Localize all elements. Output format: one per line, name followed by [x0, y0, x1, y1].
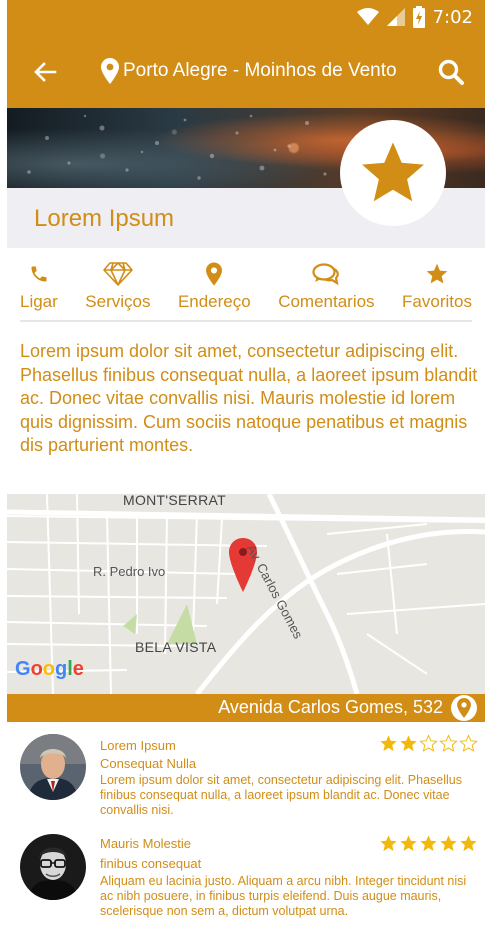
action-label: Endereço [177, 292, 251, 311]
status-bar: 7:02 [7, 0, 485, 36]
action-favorites[interactable]: Favoritos [402, 260, 472, 320]
review-item[interactable]: Lorem Ipsum Consequat Nulla Lorem ipsum … [7, 722, 485, 822]
address-text: Avenida Carlos Gomes, 532 [218, 697, 443, 717]
back-arrow-icon[interactable] [31, 58, 59, 86]
search-icon[interactable] [437, 58, 465, 86]
map-label: R. Pedro Ivo [93, 564, 166, 579]
review-rating [379, 834, 478, 853]
star-filled-icon [380, 835, 397, 851]
action-label: Favoritos [402, 292, 472, 311]
star-filled-icon [460, 835, 477, 851]
phone-icon [31, 266, 47, 282]
map-label: BELA VISTA [135, 639, 217, 655]
review-item[interactable]: Mauris Molestie finibus consequat Aliqua… [7, 822, 485, 931]
star-icon [426, 263, 448, 284]
app-screen: 7:02 Porto Alegre - Moinhos de Vento Lor… [7, 0, 485, 931]
review-text: Aliquam eu lacinia justo. Aliquam a arcu… [100, 874, 467, 918]
address-bar[interactable]: Avenida Carlos Gomes, 532 [7, 694, 485, 722]
star-filled-icon [440, 835, 457, 851]
signal-icon [386, 8, 405, 26]
review-author: Lorem Ipsum [100, 738, 176, 753]
battery-charging-icon [412, 6, 425, 28]
review-author: Mauris Molestie [100, 836, 192, 851]
reviewer-avatar [20, 834, 86, 900]
star-empty-icon [419, 734, 438, 752]
status-time: 7:02 [432, 6, 473, 28]
star-filled-icon [420, 835, 437, 851]
location-map[interactable]: MONT'SERRAT R. Pedro Ivo BELA VISTA Av. … [7, 494, 485, 694]
favorite-badge[interactable] [340, 120, 446, 226]
place-name: Lorem Ipsum [34, 205, 175, 232]
star-empty-icon [439, 734, 458, 752]
map-marker-icon [457, 698, 471, 718]
action-label: Comentarios [278, 292, 375, 311]
star-filled-icon [380, 735, 397, 751]
star-filled-icon [400, 735, 417, 751]
comments-icon [312, 263, 340, 285]
map-label: MONT'SERRAT [123, 494, 226, 508]
window-edge-right [485, 0, 497, 931]
action-comments[interactable]: Comentarios [278, 260, 375, 320]
action-label: Serviços [85, 292, 151, 311]
review-title: Consequat Nulla [100, 756, 197, 771]
location-pin-icon [101, 58, 119, 84]
action-address[interactable]: Endereço [178, 260, 251, 320]
action-label: Ligar [20, 292, 58, 311]
wifi-icon [356, 8, 379, 25]
status-icons: 7:02 [356, 6, 473, 28]
app-toolbar: Porto Alegre - Moinhos de Vento [7, 36, 485, 108]
place-actions-row: Ligar Serviços Endereço Comentarios Favo… [20, 260, 472, 322]
map-marker-icon [206, 262, 223, 286]
star-empty-icon [459, 734, 478, 752]
place-description: Lorem ipsum dolor sit amet, consectetur … [20, 341, 478, 455]
action-call[interactable]: Ligar [20, 260, 58, 320]
reviewer-avatar [20, 734, 86, 800]
review-text: Lorem ipsum dolor sit amet, consectetur … [100, 773, 462, 817]
window-edge-left [0, 0, 7, 931]
action-services[interactable]: Serviços [85, 260, 150, 320]
google-logo: Google [15, 658, 84, 680]
review-rating [379, 734, 478, 753]
star-icon [362, 142, 424, 202]
diamond-icon [103, 262, 133, 286]
review-title: finibus consequat [100, 856, 202, 871]
toolbar-location-title[interactable]: Porto Alegre - Moinhos de Vento [123, 60, 397, 82]
address-pin-button[interactable] [451, 695, 477, 721]
star-filled-icon [400, 835, 417, 851]
